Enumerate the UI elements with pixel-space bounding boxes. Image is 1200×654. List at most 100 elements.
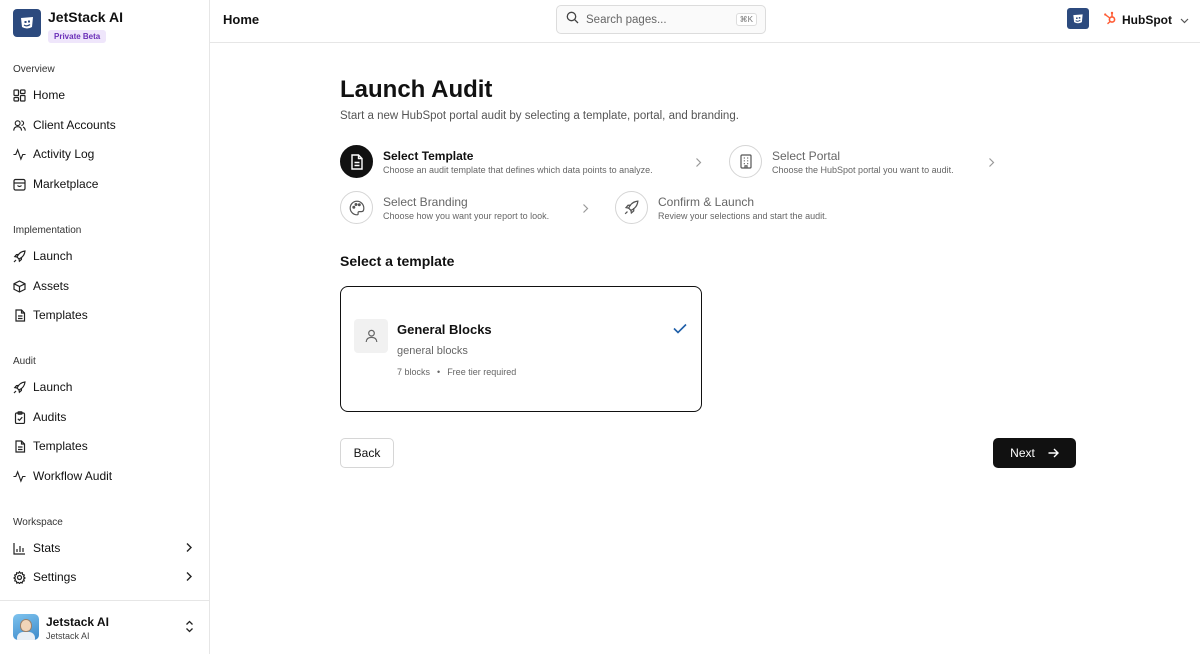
section-title-overview: Overview [13,64,55,75]
chevron-down-icon [1180,13,1189,27]
rocket-icon [13,380,26,394]
sidebar-item-label: Audits [33,410,67,424]
sidebar-item-label: Workflow Audit [33,469,113,483]
sidebar-item-label: Launch [33,380,73,394]
portal-name: HubSpot [1122,12,1172,27]
section-title-audit: Audit [13,356,36,367]
step-title: Select Branding [383,194,468,209]
template-block-count: 7 blocks [397,367,431,377]
section-title-implementation: Implementation [13,225,82,236]
sidebar-item-label: Templates [33,439,88,453]
bar-chart-icon [13,542,26,555]
sidebar-item-label: Launch [33,249,73,263]
sidebar-item-settings[interactable]: Settings [13,566,197,588]
search-shortcut-badge: ⌘K [735,13,757,26]
sidebar-item-implementation-launch[interactable]: Launch [13,245,197,267]
chevron-right-icon [185,542,193,556]
page-breadcrumb: Home [223,12,260,27]
search-input[interactable]: Search pages... ⌘K [556,5,766,34]
sidebar-item-label: Stats [33,541,61,555]
template-description: general blocks [397,345,468,357]
sidebar-item-label: Settings [33,570,77,584]
template-title: General Blocks [397,322,492,337]
user-org: Jetstack AI [46,631,90,641]
sidebar: JetStack AI Private Beta Overview Home C… [0,0,210,654]
document-icon [13,439,26,453]
arrow-right-icon [1048,448,1059,458]
chevron-right-icon [988,155,995,173]
brand-logo-icon [13,9,41,37]
sidebar-item-label: Client Accounts [33,118,116,132]
activity-icon [13,147,26,161]
check-icon [673,321,687,339]
clipboard-check-icon [13,410,26,424]
sidebar-item-activity-log[interactable]: Activity Log [13,143,197,165]
sidebar-item-implementation-templates[interactable]: Templates [13,304,197,326]
sidebar-item-audit-launch[interactable]: Launch [13,376,197,398]
search-placeholder: Search pages... [586,13,667,26]
hubspot-icon [1103,11,1117,28]
chevron-right-icon [695,155,702,173]
rocket-icon [13,249,26,263]
sidebar-item-stats[interactable]: Stats [13,537,197,559]
step-description: Choose the HubSpot portal you want to au… [772,164,954,175]
brand[interactable]: JetStack AI Private Beta [13,9,123,44]
step-title: Select Template [383,148,474,163]
step-select-template[interactable]: Select Template Choose an audit template… [340,145,653,178]
document-icon [13,308,26,322]
package-icon [13,279,26,293]
template-tier: Free tier required [447,367,517,377]
sidebar-item-label: Home [33,88,66,102]
private-beta-badge: Private Beta [48,30,107,43]
sidebar-item-label: Activity Log [33,147,95,161]
palette-icon [340,191,373,224]
document-icon [340,145,373,178]
sidebar-item-home[interactable]: Home [13,84,197,106]
user-menu[interactable]: Jetstack AI Jetstack AI [0,600,209,654]
step-select-portal[interactable]: Select Portal Choose the HubSpot portal … [729,145,954,178]
brand-name: JetStack AI [48,9,123,25]
step-description: Choose an audit template that defines wh… [383,164,653,175]
chevrons-up-down-icon[interactable] [185,620,194,638]
portal-switcher[interactable]: HubSpot [1103,11,1189,28]
next-button[interactable]: Next [993,438,1076,468]
users-icon [13,119,26,132]
step-confirm-launch[interactable]: Confirm & Launch Review your selections … [615,191,827,224]
template-card-general-blocks[interactable]: General Blocks general blocks 7 blocks •… [340,286,702,412]
step-title: Select Portal [772,148,841,163]
sidebar-item-assets[interactable]: Assets [13,275,197,297]
back-button[interactable]: Back [340,438,394,468]
store-icon [13,178,26,191]
gear-icon [13,570,26,584]
section-title-workspace: Workspace [13,517,63,528]
step-description: Choose how you want your report to look. [383,210,550,221]
user-name: Jetstack AI [46,615,109,629]
chevron-right-icon [185,571,193,585]
portal-logo-icon[interactable] [1067,8,1089,29]
sidebar-item-audit-templates[interactable]: Templates [13,435,197,457]
sidebar-item-label: Marketplace [33,177,99,191]
chevron-right-icon [582,201,589,219]
step-description: Review your selections and start the aud… [658,210,828,221]
sidebar-item-workflow-audit[interactable]: Workflow Audit [13,465,197,487]
page-title: Launch Audit [340,76,493,103]
building-icon [729,145,762,178]
top-bar: Home Search pages... ⌘K HubSpot [210,0,1200,43]
sidebar-item-audits[interactable]: Audits [13,406,197,428]
step-select-branding[interactable]: Select Branding Choose how you want your… [340,191,549,224]
section-heading: Select a template [340,253,455,269]
next-button-label: Next [1010,446,1035,460]
activity-icon [13,469,26,483]
avatar [13,614,39,640]
user-icon [354,319,388,353]
sidebar-item-label: Assets [33,279,70,293]
rocket-icon [615,191,648,224]
sidebar-item-client-accounts[interactable]: Client Accounts [13,114,197,136]
step-title: Confirm & Launch [658,194,755,209]
meta-separator: • [437,367,441,377]
sidebar-item-label: Templates [33,308,88,322]
sidebar-item-marketplace[interactable]: Marketplace [13,173,197,195]
page-subtitle: Start a new HubSpot portal audit by sele… [340,110,739,122]
template-meta: 7 blocks • Free tier required [397,367,516,377]
grid-icon [13,88,26,102]
